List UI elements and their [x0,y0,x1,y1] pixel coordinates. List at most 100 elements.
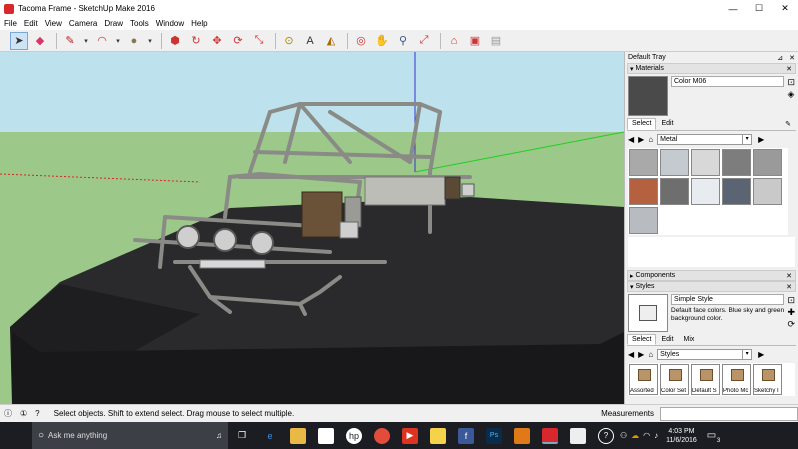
sticky-notes-icon[interactable] [430,427,446,444]
material-swatch[interactable] [753,178,782,205]
style-folder-assorted[interactable]: Assorted [629,364,658,395]
styles-tab-edit[interactable]: Edit [656,334,678,345]
materials-tab-select[interactable]: Select [627,118,657,130]
material-name-field[interactable]: Color M06 [671,76,785,87]
style-folder-sketchy[interactable]: Sketchy I [753,364,782,395]
sketchup-taskbar-icon[interactable] [542,427,558,444]
home-icon[interactable]: ⌂ [648,350,653,359]
pin-icon[interactable]: ⊿ [777,54,783,62]
file-explorer-icon[interactable] [290,427,306,444]
wifi-icon[interactable]: ◠ [643,431,650,440]
material-swatch[interactable] [660,178,689,205]
windows-start-icon[interactable] [10,430,22,442]
facebook-icon[interactable]: f [458,427,474,444]
materials-library-dropdown[interactable]: Metal ▾ [657,134,753,145]
help-icon[interactable]: ? [35,409,39,418]
action-center-icon[interactable]: ▭ 3 [707,430,720,444]
volume-icon[interactable]: ♪ [654,431,658,440]
material-swatch[interactable] [629,178,658,205]
zoom-extents-icon[interactable]: ⤢ [415,32,433,50]
styles-tab-select[interactable]: Select [627,334,657,345]
geo-location-icon[interactable]: ⓘ [4,408,12,419]
chrome-icon[interactable] [374,427,390,444]
display-secondary-icon[interactable]: ⊡ [787,76,795,88]
push-pull-icon[interactable]: ⬢ [166,32,184,50]
update-style-icon[interactable]: ⟳ [787,318,795,330]
menu-camera[interactable]: Camera [69,19,97,28]
text-tool-icon[interactable]: A [301,32,319,50]
components-close-icon[interactable]: ✕ [786,272,792,280]
select-tool-icon[interactable]: ➤ [10,31,28,50]
style-folder-color-set[interactable]: Color Set [660,364,689,395]
menu-window[interactable]: Window [156,19,184,28]
mic-icon[interactable]: ♫ [216,431,222,440]
scale-icon[interactable]: ⤡ [250,32,268,50]
menu-view[interactable]: View [45,19,62,28]
store-icon[interactable] [318,427,334,444]
close-button[interactable]: ✕ [772,0,798,17]
photoshop-icon[interactable]: Ps [486,427,502,444]
extension-warehouse-icon[interactable]: ▣ [466,32,484,50]
forward-icon[interactable]: ▶ [638,135,644,144]
back-icon[interactable]: ◀ [628,350,634,359]
styles-library-dropdown[interactable]: Styles ▾ [657,349,753,360]
material-swatch[interactable] [629,207,658,234]
tray-close-icon[interactable]: ✕ [789,54,795,62]
eraser-tool-icon[interactable]: ◆ [31,32,49,50]
style-folder-default[interactable]: Default S [691,364,720,395]
modeling-viewport[interactable] [0,52,624,404]
material-swatch[interactable] [629,149,658,176]
rotate-icon[interactable]: ⟳ [229,32,247,50]
display-secondary-icon[interactable]: ⊡ [787,294,795,306]
pan-icon[interactable]: ✋ [373,32,391,50]
home-icon[interactable]: ⌂ [648,135,653,144]
menu-draw[interactable]: Draw [104,19,123,28]
create-style-icon[interactable]: ✚ [787,306,795,318]
credits-icon[interactable]: ① [20,409,27,418]
styles-close-icon[interactable]: ✕ [786,283,792,291]
paint-bucket-icon[interactable]: ◭ [322,32,340,50]
people-icon[interactable]: ⚇ [620,431,627,440]
orbit-icon[interactable]: ◎ [352,32,370,50]
menu-tools[interactable]: Tools [130,19,149,28]
app-orange-icon[interactable] [514,427,530,444]
forward-icon[interactable]: ▶ [638,350,644,359]
material-swatch[interactable] [660,149,689,176]
3d-warehouse-icon[interactable]: ⌂ [445,32,463,50]
style-folder-photo[interactable]: Photo Mc [722,364,751,395]
task-view-icon[interactable]: ❐ [234,428,250,444]
share-model-icon[interactable]: ▤ [487,32,505,50]
move-icon[interactable]: ✥ [208,32,226,50]
line-tool-icon[interactable]: ✎ [61,32,79,50]
tape-measure-icon[interactable]: ⊙ [280,32,298,50]
media-icon[interactable]: ▶ [402,427,418,444]
sample-paint-icon[interactable]: ✎ [780,118,796,130]
back-icon[interactable]: ◀ [628,135,634,144]
zoom-icon[interactable]: ⚲ [394,32,412,50]
hp-icon[interactable]: hp [346,427,362,444]
material-swatch[interactable] [753,149,782,176]
shape-tool-icon[interactable]: ● [125,32,143,50]
shape-dropdown-icon[interactable]: ▾ [146,32,154,50]
material-swatch[interactable] [722,178,751,205]
edge-icon[interactable]: e [262,428,278,444]
minimize-button[interactable]: — [720,0,746,17]
maximize-button[interactable]: ☐ [746,0,772,17]
material-swatch[interactable] [691,178,720,205]
arc-tool-icon[interactable]: ◠ [93,32,111,50]
help-tray-icon[interactable]: ? [598,427,614,444]
measurements-input[interactable] [660,406,798,421]
material-swatch[interactable] [691,149,720,176]
menu-help[interactable]: Help [191,19,207,28]
details-icon[interactable]: ▶ [758,350,764,359]
materials-panel-header[interactable]: ▾ Materials ✕ [627,63,796,74]
clock[interactable]: 4:03 PM 11/6/2016 [666,427,697,445]
search-box[interactable]: ○ Ask me anything ♫ [32,422,228,449]
materials-tab-edit[interactable]: Edit [656,118,678,130]
arc-dropdown-icon[interactable]: ▾ [114,32,122,50]
photos-icon[interactable] [570,427,586,444]
styles-tab-mix[interactable]: Mix [679,334,700,345]
style-name-field[interactable]: Simple Style [671,294,785,305]
material-swatch[interactable] [722,149,751,176]
offset-icon[interactable]: ↻ [187,32,205,50]
